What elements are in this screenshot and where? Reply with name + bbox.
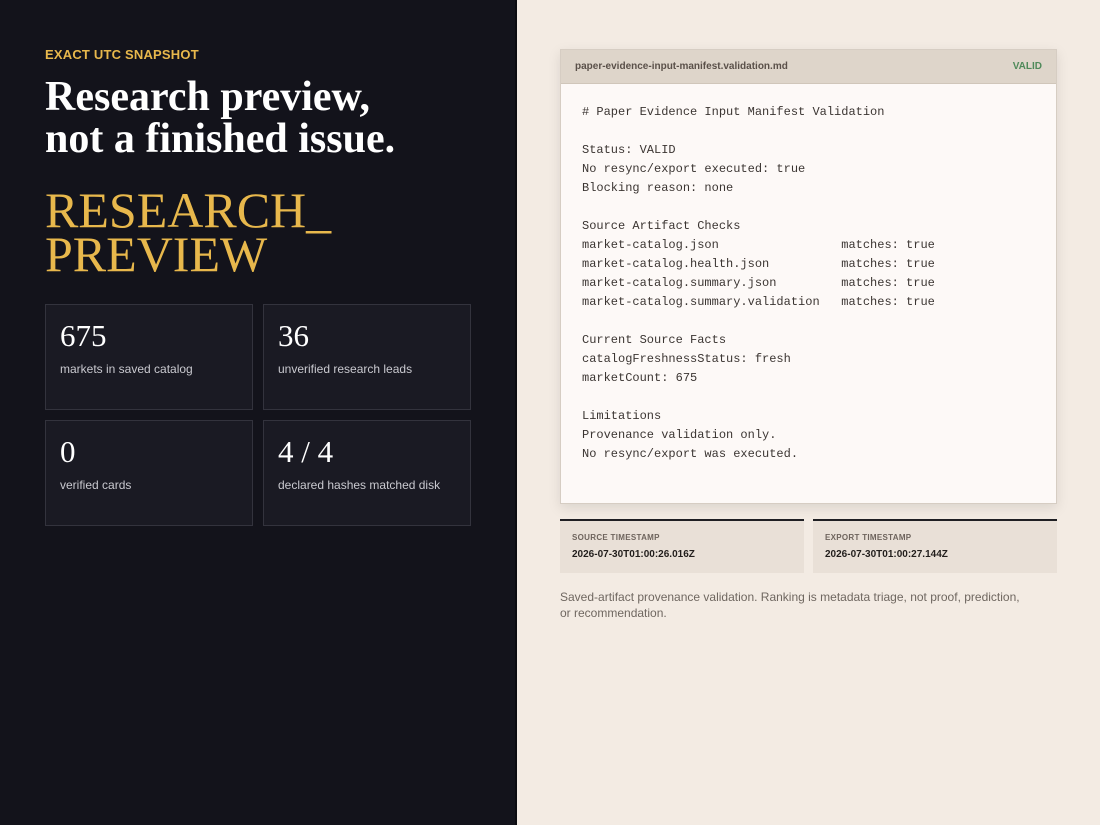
export-timestamp-card: EXPORT TIMESTAMP 2026-07-30T01:00:27.144…: [813, 519, 1057, 573]
headline-line-1: Research preview,: [45, 74, 371, 120]
stats-grid: 675 markets in saved catalog 36 unverifi…: [45, 304, 471, 526]
evidence-panel: paper-evidence-input-manifest.validation…: [517, 0, 1100, 825]
source-timestamp-card: SOURCE TIMESTAMP 2026-07-30T01:00:26.016…: [560, 519, 804, 573]
stat-label: markets in saved catalog: [60, 362, 193, 376]
stat-label: verified cards: [60, 478, 132, 492]
validation-document: paper-evidence-input-manifest.validation…: [560, 49, 1057, 504]
document-line: Blocking reason: none: [582, 181, 734, 195]
document-body: # Paper Evidence Input Manifest Validati…: [561, 84, 1056, 483]
stat-label: unverified research leads: [278, 362, 413, 376]
document-line: catalogFreshnessStatus: fresh: [582, 352, 791, 366]
document-line: market-catalog.summary.json matches: tru…: [582, 276, 935, 290]
stat-value: 4 / 4: [278, 434, 334, 469]
footnote: Saved-artifact provenance validation. Ra…: [560, 590, 1020, 620]
research-preview-tag: RESEARCH_ PREVIEW: [45, 185, 470, 282]
export-timestamp-value: 2026-07-30T01:00:27.144Z: [825, 549, 948, 560]
document-line: # Paper Evidence Input Manifest Validati…: [582, 105, 885, 119]
document-line: No resync/export was executed.: [582, 447, 799, 461]
stat-value: 36: [278, 318, 309, 353]
timestamp-row: SOURCE TIMESTAMP 2026-07-30T01:00:26.016…: [560, 519, 1057, 573]
source-timestamp-value: 2026-07-30T01:00:26.016Z: [572, 549, 695, 560]
document-filename: paper-evidence-input-manifest.validation…: [575, 61, 788, 72]
stat-value: 675: [60, 318, 107, 353]
document-line: Provenance validation only.: [582, 428, 777, 442]
document-line: market-catalog.health.json matches: true: [582, 257, 935, 271]
stat-value: 0: [60, 434, 76, 469]
tag-line-2: PREVIEW: [45, 226, 268, 282]
snapshot-eyebrow: EXACT UTC SNAPSHOT: [45, 47, 199, 62]
headline-line-2: not a finished issue.: [45, 116, 396, 162]
document-line: No resync/export executed: true: [582, 162, 806, 176]
stat-card-verified: 0 verified cards: [45, 420, 253, 526]
export-timestamp-label: EXPORT TIMESTAMP: [825, 533, 912, 542]
stat-label: declared hashes matched disk: [278, 478, 441, 492]
document-line: market-catalog.json matches: true: [582, 238, 935, 252]
document-header: paper-evidence-input-manifest.validation…: [561, 50, 1056, 84]
source-timestamp-label: SOURCE TIMESTAMP: [572, 533, 660, 542]
hero-panel: EXACT UTC SNAPSHOT Research preview, not…: [0, 0, 517, 825]
stat-card-markets: 675 markets in saved catalog: [45, 304, 253, 410]
document-line: marketCount: 675: [582, 371, 698, 385]
stat-card-hashes: 4 / 4 declared hashes matched disk: [263, 420, 471, 526]
document-line: Status: VALID: [582, 143, 676, 157]
status-badge: VALID: [1012, 61, 1042, 72]
document-line: Limitations: [582, 409, 662, 423]
document-line: Source Artifact Checks: [582, 219, 741, 233]
page-headline: Research preview, not a finished issue.: [45, 76, 470, 160]
stat-card-leads: 36 unverified research leads: [263, 304, 471, 410]
document-line: Current Source Facts: [582, 333, 727, 347]
document-line: market-catalog.summary.validation matche…: [582, 295, 935, 309]
